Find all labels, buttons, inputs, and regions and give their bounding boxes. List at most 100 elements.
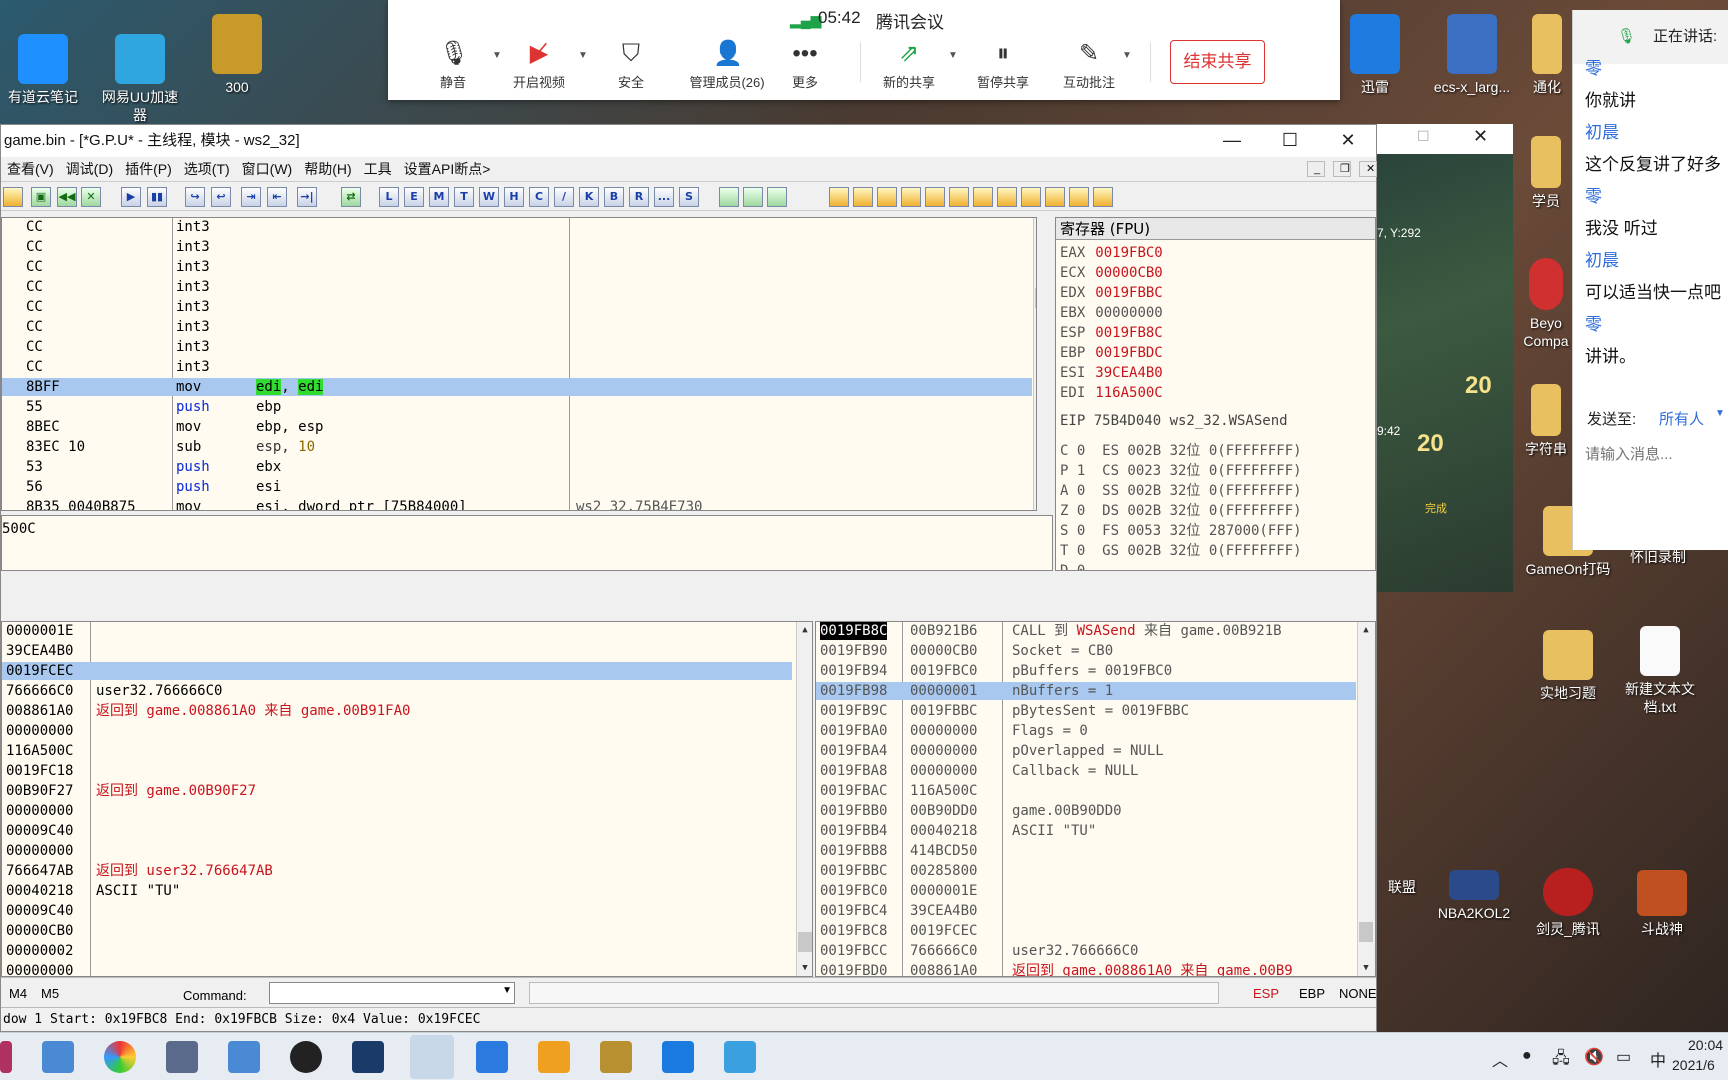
dump-row[interactable]: 00000CB0 — [2, 922, 792, 940]
flag-row[interactable]: S 0 FS 0053 32位 287000(FFF) — [1060, 522, 1302, 540]
desktop-icon-xunlei[interactable]: 迅雷 — [1332, 14, 1418, 96]
mute-button[interactable]: 🎙 静音 — [408, 40, 498, 91]
stack-row[interactable]: 0019FB94 0019FBC0 pBuffers = 0019FBC0 — [816, 662, 1356, 680]
disassembly-pane[interactable]: CC int3 CC int3 CC int3 CC int3 CC int3 CC int3 CC in… — [1, 217, 1037, 511]
dump-row[interactable]: 00009C40 — [2, 902, 792, 920]
toolbar-tool-button[interactable] — [1021, 187, 1041, 207]
toolbar-button[interactable]: ▣ — [31, 187, 51, 207]
dump-row[interactable]: 008861A0 返回到 game.008861A0 来自 game.00B91F… — [2, 702, 792, 720]
stack-row[interactable]: 0019FBA4 00000000 pOverlapped = NULL — [816, 742, 1356, 760]
menu-options[interactable]: 选项(T) — [178, 157, 236, 181]
toolbar-button[interactable]: ↩ — [211, 187, 231, 207]
toolbar-button[interactable]: ⇄ — [341, 187, 361, 207]
menu-view[interactable]: 查看(V) — [1, 157, 60, 181]
disasm-row[interactable]: 8BEC mov ebp, esp — [2, 418, 1032, 436]
debugger-task-icon[interactable] — [410, 1035, 454, 1079]
toolbar-button[interactable]: ↪ — [185, 187, 205, 207]
register-row[interactable]: ECX 00000CB0 — [1060, 264, 1163, 282]
desktop-icon-shidi[interactable]: 实地习题 — [1520, 630, 1616, 702]
stack-row[interactable]: 0019FBC4 39CEA4B0 — [816, 902, 1356, 920]
chrome-icon[interactable] — [104, 1041, 136, 1073]
calculator-icon[interactable] — [166, 1041, 198, 1073]
desktop-icon-lianmeng[interactable]: 联盟 — [1377, 878, 1427, 896]
desktop-icon-300[interactable]: 300 — [192, 14, 282, 96]
stack-row[interactable]: 0019FBB0 00B90DD0 game.00B90DD0 — [816, 802, 1356, 820]
toolbar-button-2[interactable]: M — [429, 187, 449, 207]
share-dropdown-icon[interactable]: ▼ — [948, 50, 958, 61]
menu-tools[interactable]: 工具 — [358, 157, 398, 181]
dump-row[interactable]: 00000000 — [2, 722, 792, 740]
reg-ebp-label[interactable]: EBP — [1299, 986, 1325, 1001]
desktop-icon-jianling[interactable]: 剑灵_腾讯 — [1520, 868, 1616, 938]
dump-row[interactable]: 00000000 — [2, 802, 792, 820]
toolbar-button-12[interactable]: S — [679, 187, 699, 207]
scroll-down-icon[interactable]: ▼ — [1034, 494, 1036, 510]
chat-input[interactable] — [1585, 442, 1725, 466]
scroll-down-icon[interactable]: ▼ — [1358, 960, 1374, 976]
register-row[interactable]: EAX 0019FBC0 — [1060, 244, 1163, 262]
desktop-icon-newtext[interactable]: 新建文本文档.txt — [1612, 626, 1708, 716]
disasm-row[interactable]: 56 push esi — [2, 478, 1032, 496]
flag-row[interactable]: P 1 CS 0023 32位 0(FFFFFFFF) — [1060, 462, 1302, 480]
new-share-button[interactable]: ⇗ 新的共享 — [864, 40, 954, 91]
toolbar-button-6[interactable]: C — [529, 187, 549, 207]
tab-m4[interactable]: M4 — [9, 986, 27, 1001]
stack-row[interactable]: 0019FBBC 00285800 — [816, 862, 1356, 880]
disasm-row[interactable]: CC int3 — [2, 278, 1032, 296]
dump-row[interactable]: 39CEA4B0 — [2, 642, 792, 660]
flag-row[interactable]: T 0 GS 002B 32位 0(FFFFFFFF) — [1060, 542, 1302, 560]
desktop-icon-tonghua[interactable]: 通化 — [1522, 14, 1572, 96]
stack-scrollbar[interactable]: ▲ ▼ — [1357, 622, 1375, 976]
tray-app-icon[interactable]: ● — [1522, 1047, 1532, 1065]
toolbar-button-8[interactable]: K — [579, 187, 599, 207]
scroll-up-icon[interactable]: ▲ — [1034, 218, 1036, 234]
video-button[interactable]: ▶̸ 开启视频 — [494, 40, 584, 91]
dump-scrollbar[interactable]: ▲ ▼ — [796, 622, 812, 976]
stack-row[interactable]: 0019FBA8 00000000 Callback = NULL — [816, 762, 1356, 780]
stack-row[interactable]: 0019FB90 00000CB0 Socket = CB0 — [816, 642, 1356, 660]
menu-window[interactable]: 窗口(W) — [236, 157, 299, 181]
app-icon[interactable] — [476, 1041, 508, 1073]
desktop-icon-uu[interactable]: 网易UU加速器 — [97, 34, 183, 124]
close-icon[interactable]: ✕ — [1473, 126, 1488, 147]
cheat-engine-icon[interactable] — [352, 1041, 384, 1073]
disasm-row[interactable]: CC int3 — [2, 258, 1032, 276]
dump-row[interactable]: 766666C0 user32.766666C0 — [2, 682, 792, 700]
dump-row[interactable]: 0019FC18 — [2, 762, 792, 780]
toolbar-button[interactable]: ⇥ — [241, 187, 261, 207]
register-row[interactable]: EDI 116A500C — [1060, 384, 1163, 402]
scroll-down-icon[interactable]: ▼ — [797, 960, 812, 976]
disasm-row[interactable]: CC int3 — [2, 358, 1032, 376]
ime-icon[interactable]: 中 — [1650, 1047, 1666, 1071]
toolbar-button[interactable] — [3, 187, 23, 207]
toolbar-button-9[interactable]: B — [604, 187, 624, 207]
scroll-up-icon[interactable]: ▲ — [797, 622, 812, 638]
stack-row[interactable]: 0019FBCC 766666C0 user32.766666C0 — [816, 942, 1356, 960]
disasm-row[interactable]: 83EC 10 sub esp, 10 — [2, 438, 1032, 456]
disasm-row[interactable]: 55 push ebp — [2, 398, 1032, 416]
app-icon[interactable] — [724, 1041, 756, 1073]
dump-row[interactable]: 00000000 — [2, 842, 792, 860]
network-icon[interactable]: 🖧 — [1552, 1047, 1570, 1074]
desktop-icon-beyond[interactable]: Beyo Compa — [1520, 258, 1572, 350]
pause-share-button[interactable]: ⏸ 暂停共享 — [958, 40, 1048, 91]
meeting-icon[interactable] — [662, 1041, 694, 1073]
toolbar-tool-button[interactable] — [1093, 187, 1113, 207]
dropdown-icon[interactable]: ▼ — [502, 985, 512, 996]
toolbar-button[interactable]: ◀◀ — [57, 187, 77, 207]
scroll-up-icon[interactable]: ▲ — [1358, 622, 1374, 638]
disasm-row[interactable]: 53 push ebx — [2, 458, 1032, 476]
toolbar-button[interactable]: ⇤ — [267, 187, 287, 207]
desktop-icon-youdao[interactable]: 有道云笔记 — [0, 34, 86, 106]
toolbar-button[interactable]: ✕ — [81, 187, 101, 207]
stack-row[interactable]: 0019FBD0 008861A0 返回到 game.008861A0 来自 gam… — [816, 962, 1356, 976]
toolbar-button-10[interactable]: R — [629, 187, 649, 207]
stack-row[interactable]: 0019FBB8 414BCD50 — [816, 842, 1356, 860]
disasm-row[interactable]: CC int3 — [2, 298, 1032, 316]
toolbar-tool-button[interactable] — [1045, 187, 1065, 207]
flag-row[interactable]: D 0 — [1060, 562, 1085, 570]
disasm-row[interactable]: CC int3 — [2, 318, 1032, 336]
tray-expand-icon[interactable]: ︿ — [1492, 1047, 1508, 1071]
menu-help[interactable]: 帮助(H) — [298, 157, 357, 181]
dump-row[interactable]: 00009C40 — [2, 822, 792, 840]
